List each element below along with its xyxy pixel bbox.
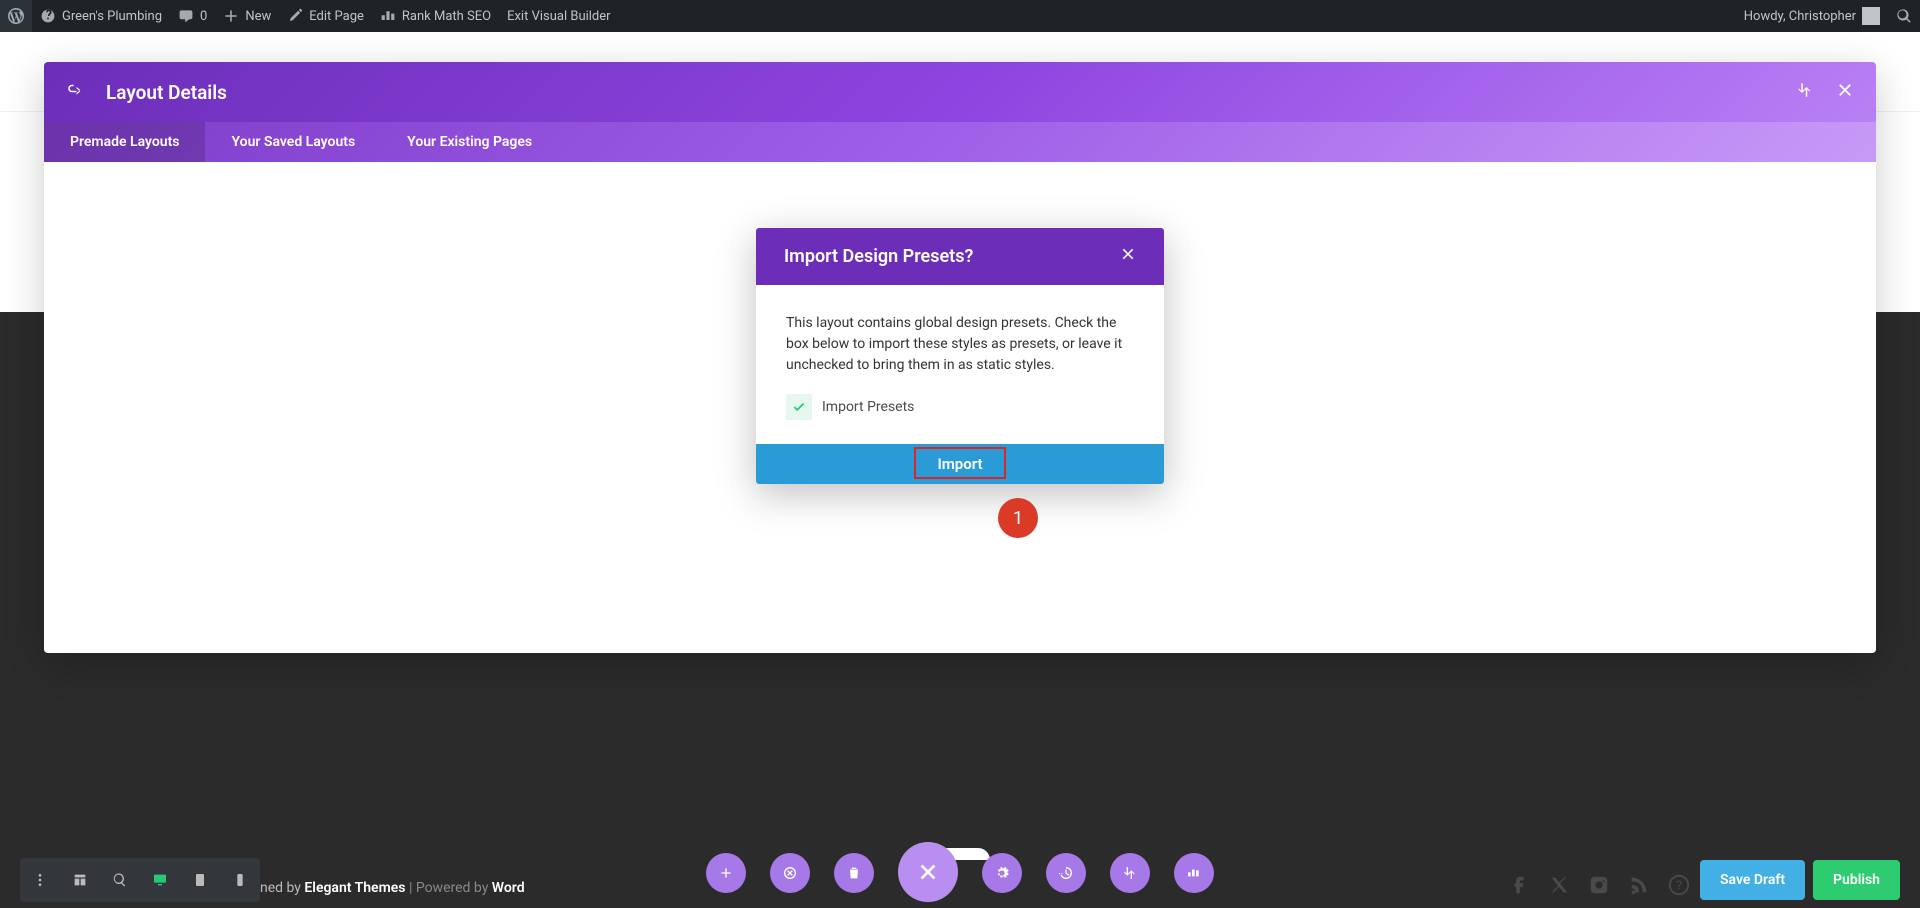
page-settings-button[interactable] <box>982 853 1022 893</box>
tab-saved-layouts[interactable]: Your Saved Layouts <box>205 122 381 162</box>
site-name: Green's Plumbing <box>62 9 162 24</box>
annotation-badge-1: 1 <box>998 498 1038 538</box>
comments-link[interactable]: 0 <box>170 0 215 32</box>
tab-existing-label: Your Existing Pages <box>407 134 532 150</box>
save-draft-button[interactable]: Save Draft <box>1700 860 1805 900</box>
tablet-view-icon[interactable] <box>180 858 220 902</box>
import-export-icon[interactable] <box>1796 81 1814 104</box>
tab-premade-layouts[interactable]: Premade Layouts <box>44 122 205 162</box>
divi-toolbar: Save Draft Publish <box>0 856 1920 904</box>
howdy-link[interactable]: Howdy, Christopher <box>1736 0 1888 32</box>
layout-header: Layout Details <box>44 62 1876 122</box>
desktop-view-icon[interactable] <box>140 858 180 902</box>
edit-page-label: Edit Page <box>309 9 364 24</box>
phone-view-icon[interactable] <box>220 858 260 902</box>
close-builder-button[interactable] <box>898 842 958 902</box>
tab-saved-label: Your Saved Layouts <box>231 134 355 150</box>
rank-math-label: Rank Math SEO <box>402 9 491 24</box>
wp-admin-bar: Green's Plumbing 0 New Edit Page Rank Ma… <box>0 0 1920 32</box>
exit-vb-label: Exit Visual Builder <box>507 9 610 24</box>
zoom-view-icon[interactable] <box>100 858 140 902</box>
exit-vb-link[interactable]: Exit Visual Builder <box>499 0 618 32</box>
add-section-button[interactable] <box>706 853 746 893</box>
import-presets-checkbox-row: Import Presets <box>786 394 1134 420</box>
edit-page-link[interactable]: Edit Page <box>279 0 372 32</box>
seo-button[interactable] <box>1174 853 1214 893</box>
new-label: New <box>245 9 271 24</box>
dialog-body: This layout contains global design prese… <box>756 285 1164 444</box>
site-name-link[interactable]: Green's Plumbing <box>32 0 170 32</box>
dialog-close-icon[interactable] <box>1120 246 1136 267</box>
badge-number: 1 <box>1013 508 1023 529</box>
howdy-label: Howdy, Christopher <box>1744 9 1856 24</box>
back-icon[interactable] <box>66 81 84 104</box>
wireframe-view-icon[interactable] <box>60 858 100 902</box>
publish-label: Publish <box>1833 872 1880 888</box>
layout-title: Layout Details <box>106 81 227 104</box>
menu-dots-icon[interactable] <box>20 858 60 902</box>
divi-save-group: Save Draft Publish <box>1700 860 1900 900</box>
dialog-footer: Import <box>756 444 1164 484</box>
import-presets-checkbox[interactable] <box>786 394 812 420</box>
divi-center-actions <box>706 842 1214 904</box>
history-button[interactable] <box>1046 853 1086 893</box>
import-presets-dialog: Import Design Presets? This layout conta… <box>756 228 1164 484</box>
rank-math-link[interactable]: Rank Math SEO <box>372 0 499 32</box>
layout-tabs: Premade Layouts Your Saved Layouts Your … <box>44 122 1876 162</box>
import-button[interactable]: Import <box>756 444 1164 484</box>
publish-button[interactable]: Publish <box>1813 860 1900 900</box>
dialog-header: Import Design Presets? <box>756 228 1164 285</box>
avatar <box>1862 7 1880 25</box>
adminbar-right: Howdy, Christopher <box>1736 0 1920 32</box>
dialog-description: This layout contains global design prese… <box>786 313 1134 376</box>
new-link[interactable]: New <box>215 0 279 32</box>
save-draft-label: Save Draft <box>1720 872 1785 888</box>
tab-existing-pages[interactable]: Your Existing Pages <box>381 122 558 162</box>
clear-layout-button[interactable] <box>834 853 874 893</box>
adminbar-left: Green's Plumbing 0 New Edit Page Rank Ma… <box>0 0 619 32</box>
dialog-title: Import Design Presets? <box>784 246 973 267</box>
tab-premade-label: Premade Layouts <box>70 134 179 150</box>
close-icon[interactable] <box>1836 81 1854 104</box>
comments-count: 0 <box>200 9 207 24</box>
search-toggle[interactable] <box>1888 0 1920 32</box>
load-library-button[interactable] <box>770 853 810 893</box>
portability-button[interactable] <box>1110 853 1150 893</box>
import-presets-checkbox-label: Import Presets <box>822 397 914 418</box>
wp-logo[interactable] <box>0 0 32 32</box>
view-mode-group <box>20 858 260 902</box>
